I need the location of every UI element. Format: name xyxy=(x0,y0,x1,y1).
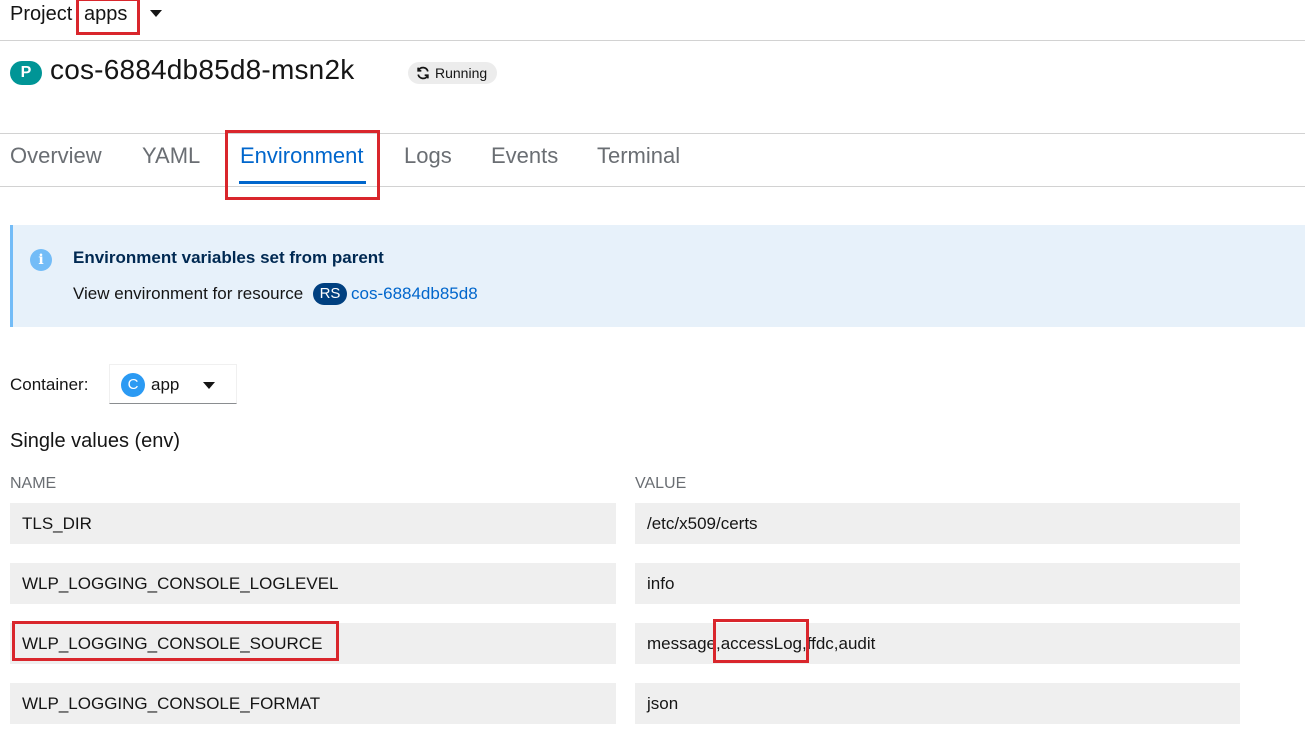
column-header-value: VALUE xyxy=(635,475,687,492)
tab-events[interactable]: Events xyxy=(491,143,558,169)
status-label: Running xyxy=(435,65,488,81)
tab-environment[interactable]: Environment xyxy=(240,143,364,169)
active-tab-indicator xyxy=(239,181,366,184)
container-badge: C xyxy=(121,373,145,397)
alert-title: Environment variables set from parent xyxy=(73,248,384,267)
section-title: Single values (env) xyxy=(10,430,181,452)
status-badge: Running xyxy=(408,62,498,84)
sync-icon xyxy=(417,66,429,80)
container-label: Container: xyxy=(10,375,89,394)
tab-overview[interactable]: Overview xyxy=(10,143,102,169)
replicaset-link[interactable]: cos-6884db85d8 xyxy=(351,284,478,304)
page-title: cos-6884db85d8-msn2k xyxy=(50,54,355,85)
env-name-field[interactable]: WLP_LOGGING_CONSOLE_LOGLEVEL xyxy=(10,563,616,604)
env-value-field[interactable]: message,accessLog,ffdc,audit xyxy=(635,623,1240,664)
alert-body: View environment for resource xyxy=(73,284,304,303)
caret-down-icon[interactable] xyxy=(203,382,215,389)
tab-yaml[interactable]: YAML xyxy=(142,143,200,169)
env-value-field[interactable]: info xyxy=(635,563,1240,604)
info-circle-icon: i xyxy=(30,249,52,271)
env-name-field[interactable]: WLP_LOGGING_CONSOLE_SOURCE xyxy=(10,623,616,664)
tab-logs[interactable]: Logs xyxy=(404,143,452,169)
caret-down-icon[interactable] xyxy=(150,10,162,17)
project-bar xyxy=(0,0,1305,41)
info-alert xyxy=(10,225,1305,327)
project-selector-value[interactable]: apps xyxy=(84,3,127,26)
project-label: Project xyxy=(10,3,73,25)
replicaset-badge: RS xyxy=(313,283,347,305)
env-value-field[interactable]: json xyxy=(635,683,1240,724)
pod-badge: P xyxy=(10,61,42,85)
column-header-name: NAME xyxy=(10,475,57,492)
env-value-field[interactable]: /etc/x509/certs xyxy=(635,503,1240,544)
container-select-value[interactable]: app xyxy=(151,375,179,395)
tab-terminal[interactable]: Terminal xyxy=(597,143,680,169)
env-name-field[interactable]: TLS_DIR xyxy=(10,503,616,544)
env-name-field[interactable]: WLP_LOGGING_CONSOLE_FORMAT xyxy=(10,683,616,724)
